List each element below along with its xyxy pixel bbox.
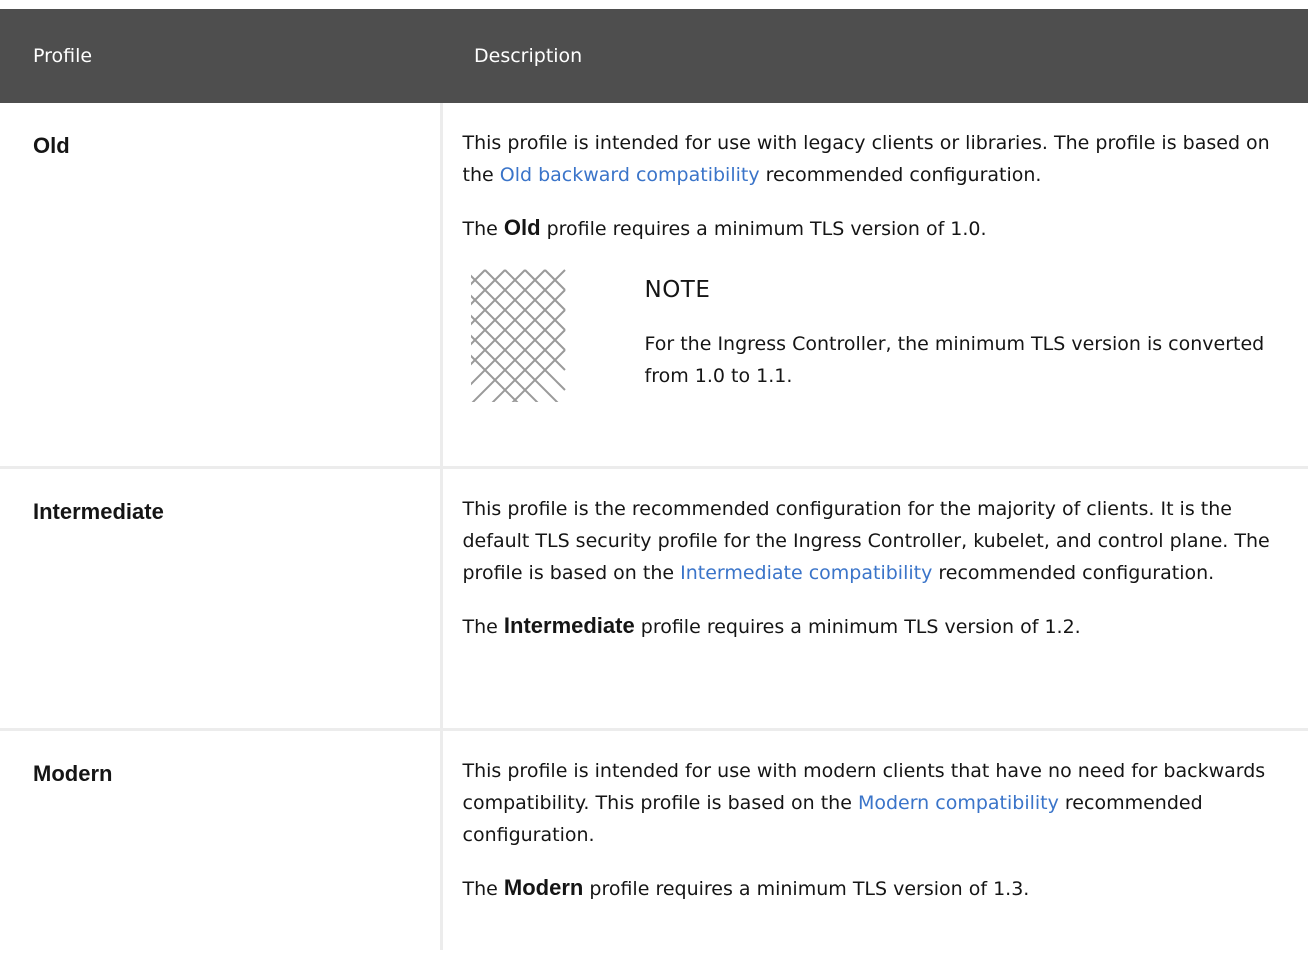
text: The bbox=[462, 218, 504, 240]
text: The bbox=[462, 615, 504, 638]
description-paragraph: This profile is intended for use with mo… bbox=[463, 755, 1289, 851]
tls-profiles-table: Profile Description Old This profile is … bbox=[0, 0, 1308, 950]
min-tls-paragraph: The Modern profile requires a minimum TL… bbox=[463, 872, 1289, 905]
profile-description: This profile is the recommended configur… bbox=[441, 467, 1308, 731]
note-title: NOTE bbox=[644, 277, 711, 303]
profile-name-bold: Old bbox=[503, 215, 541, 240]
column-header-profile: Profile bbox=[0, 4, 441, 103]
profile-name: Old bbox=[0, 103, 443, 469]
profile-name: Intermediate bbox=[0, 467, 443, 731]
text: profile requires a minimum TLS version o… bbox=[583, 877, 1030, 900]
profile-description: This profile is intended for use with le… bbox=[441, 103, 1308, 469]
table-row: Old This profile is intended for use wit… bbox=[0, 103, 1308, 469]
table-row: Modern This profile is intended for use … bbox=[0, 729, 1308, 950]
column-header-description: Description bbox=[441, 4, 1308, 103]
text: recommended configuration. bbox=[759, 164, 1042, 186]
table-header-row: Profile Description bbox=[0, 4, 1308, 103]
text: profile requires a minimum TLS version o… bbox=[540, 218, 987, 240]
profile-name: Modern bbox=[0, 729, 443, 950]
description-paragraph: This profile is the recommended configur… bbox=[463, 493, 1289, 589]
modern-compatibility-link[interactable]: Modern compatibility bbox=[858, 792, 1059, 814]
text: profile requires a minimum TLS version o… bbox=[634, 615, 1081, 638]
table-row: Intermediate This profile is the recomme… bbox=[0, 467, 1308, 731]
intermediate-compatibility-link[interactable]: Intermediate compatibility bbox=[680, 562, 932, 584]
profile-name-bold: Intermediate bbox=[503, 612, 635, 638]
min-tls-paragraph: The Intermediate profile requires a mini… bbox=[463, 610, 1289, 643]
profile-description: This profile is intended for use with mo… bbox=[441, 729, 1308, 950]
min-tls-paragraph: The Old profile requires a minimum TLS v… bbox=[463, 212, 1289, 245]
text: recommended configuration. bbox=[932, 561, 1215, 584]
note-text: For the Ingress Controller, the minimum … bbox=[644, 333, 1265, 387]
description-paragraph: This profile is intended for use with le… bbox=[463, 127, 1289, 191]
profile-name-bold: Modern bbox=[503, 874, 584, 900]
note-icon bbox=[460, 266, 566, 406]
text: The bbox=[462, 877, 504, 900]
note-admonition: NOTE For the Ingress Controller, the min… bbox=[460, 266, 1289, 406]
old-compatibility-link[interactable]: Old backward compatibility bbox=[500, 164, 760, 186]
note-body: NOTE For the Ingress Controller, the min… bbox=[645, 266, 1275, 392]
